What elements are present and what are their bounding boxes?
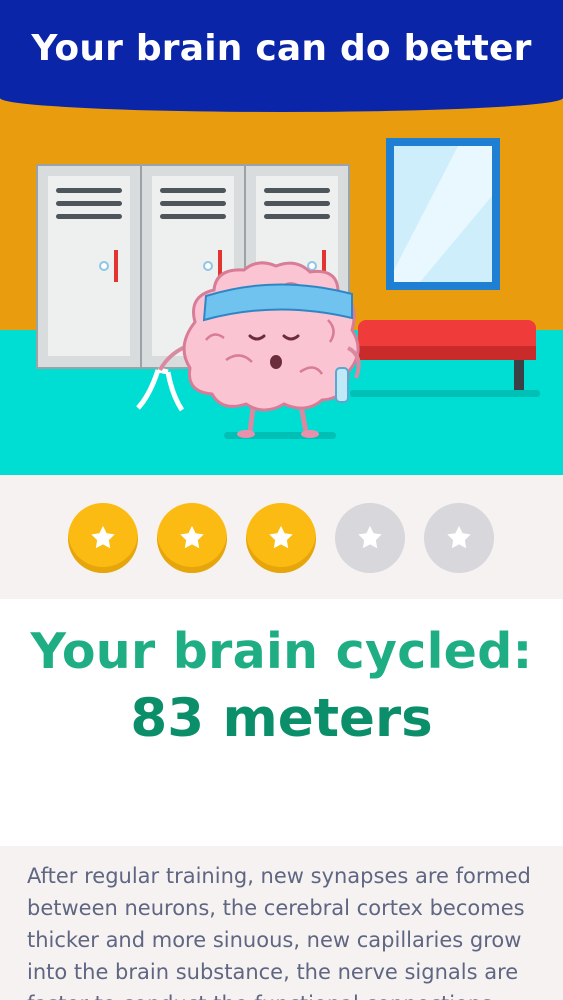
star-icon [91,525,115,549]
star-icon [358,525,382,549]
star-2[interactable] [157,503,227,573]
star-icon [180,525,204,549]
description-text: After regular training, new synapses are… [27,864,531,1000]
result-value: 83 meters [130,688,433,749]
mirror [386,138,500,290]
star-5[interactable] [424,503,494,573]
star-rating [0,475,563,599]
star-4[interactable] [335,503,405,573]
star-1[interactable] [68,503,138,573]
description-panel: After regular training, new synapses are… [0,846,563,1000]
star-icon [269,525,293,549]
page-title: Your brain can do better [31,28,532,69]
result-panel: Your brain cycled: 83 meters [0,599,563,846]
star-3[interactable] [246,503,316,573]
result-label: Your brain cycled: [30,623,533,680]
star-icon [447,525,471,549]
header-banner: Your brain can do better [0,0,563,112]
